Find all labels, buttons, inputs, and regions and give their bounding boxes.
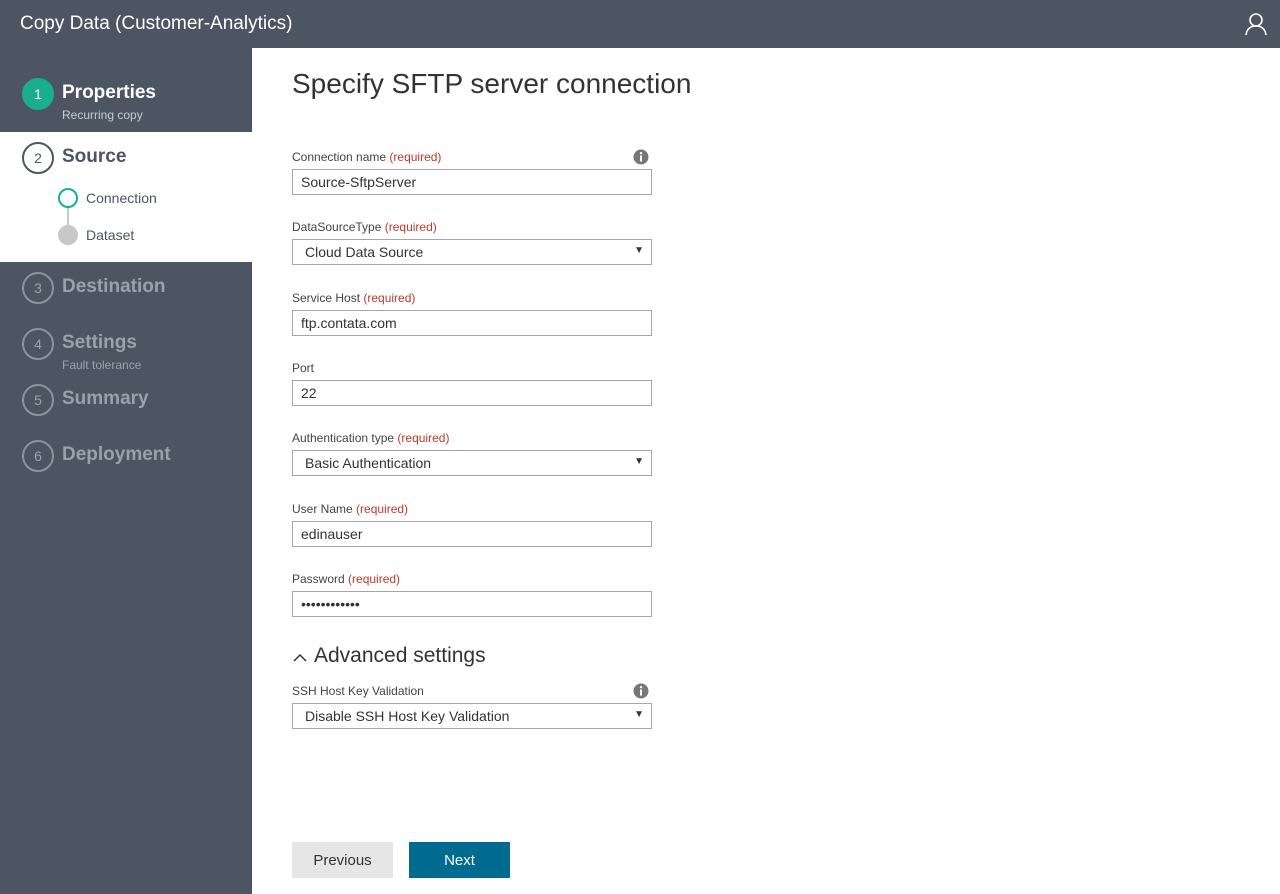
step-number: 2 bbox=[22, 142, 54, 174]
chevron-up-icon bbox=[292, 648, 308, 664]
step-name: Summary bbox=[62, 388, 149, 409]
info-icon[interactable] bbox=[633, 149, 649, 165]
ssh-validation-label: SSH Host Key Validation bbox=[292, 684, 424, 698]
required-marker: (required) bbox=[389, 150, 442, 164]
substep-label: Dataset bbox=[86, 227, 135, 243]
info-icon[interactable] bbox=[633, 683, 649, 699]
port-input[interactable]: 22 bbox=[292, 380, 652, 406]
step-subtitle: Fault tolerance bbox=[62, 358, 142, 372]
label-text: Connection name bbox=[292, 150, 387, 164]
page-title: Specify SFTP server connection bbox=[292, 68, 692, 99]
label-text: DataSourceType bbox=[292, 220, 382, 234]
required-marker: (required) bbox=[348, 572, 401, 586]
step-number: 3 bbox=[22, 272, 54, 304]
auth-type-label: Authentication type (required) bbox=[292, 431, 449, 445]
step-summary[interactable]: 5 Summary bbox=[0, 374, 252, 430]
auth-type-select[interactable]: Basic Authentication ▼ bbox=[292, 450, 652, 476]
ssh-validation-select[interactable]: Disable SSH Host Key Validation ▼ bbox=[292, 703, 652, 729]
label-text: Port bbox=[292, 361, 315, 375]
label-text: SSH Host Key Validation bbox=[292, 684, 424, 698]
step-name: Settings bbox=[62, 332, 137, 353]
substep-label: Connection bbox=[86, 190, 157, 206]
step-subtitle: Recurring copy bbox=[62, 108, 143, 122]
step-number: 6 bbox=[22, 440, 54, 472]
label-text: Service Host bbox=[292, 291, 361, 305]
required-marker: (required) bbox=[384, 220, 437, 234]
step-name: Properties bbox=[62, 82, 156, 103]
dropdown-arrow-icon: ▼ bbox=[634, 456, 644, 467]
step-properties[interactable]: 1 Properties Recurring copy bbox=[0, 48, 252, 132]
dropdown-arrow-icon: ▼ bbox=[634, 709, 644, 720]
user-icon[interactable] bbox=[1244, 12, 1268, 36]
required-marker: (required) bbox=[363, 291, 416, 305]
label-text: Authentication type bbox=[292, 431, 395, 445]
service-host-input[interactable]: ftp.contata.com bbox=[292, 310, 652, 336]
step-source[interactable]: 2 Source Connection Dataset bbox=[0, 132, 252, 262]
dropdown-arrow-icon: ▼ bbox=[634, 245, 644, 256]
step-name: Source bbox=[62, 146, 127, 167]
substep-pending-dot-icon bbox=[58, 225, 78, 245]
app-title: Copy Data (Customer-Analytics) bbox=[20, 13, 293, 34]
selected-value: Disable SSH Host Key Validation bbox=[305, 708, 510, 724]
step-destination[interactable]: 3 Destination bbox=[0, 262, 252, 318]
user-name-input[interactable]: edinauser bbox=[292, 521, 652, 547]
data-source-type-select[interactable]: Cloud Data Source ▼ bbox=[292, 239, 652, 265]
step-name: Destination bbox=[62, 276, 166, 297]
advanced-settings-toggle[interactable]: Advanced settings bbox=[292, 644, 486, 668]
selected-value: Cloud Data Source bbox=[305, 244, 424, 260]
step-deployment[interactable]: 6 Deployment bbox=[0, 430, 252, 486]
previous-button[interactable]: Previous bbox=[292, 842, 393, 878]
password-label: Password (required) bbox=[292, 572, 400, 586]
password-input[interactable]: •••••••••••• bbox=[292, 591, 652, 617]
substep-current-dot-icon bbox=[58, 188, 78, 208]
required-marker: (required) bbox=[356, 502, 409, 516]
step-name: Deployment bbox=[62, 444, 171, 465]
step-number: 4 bbox=[22, 328, 54, 360]
step-number: 1 bbox=[22, 78, 54, 110]
main-panel: Specify SFTP server connection Connectio… bbox=[252, 48, 1280, 894]
label-text: Password bbox=[292, 572, 345, 586]
label-text: User Name bbox=[292, 502, 353, 516]
user-name-label: User Name (required) bbox=[292, 502, 408, 516]
next-button[interactable]: Next bbox=[409, 842, 510, 878]
selected-value: Basic Authentication bbox=[305, 455, 432, 471]
substep-connector bbox=[67, 207, 69, 227]
step-settings[interactable]: 4 Settings Fault tolerance bbox=[0, 318, 252, 374]
data-source-type-label: DataSourceType (required) bbox=[292, 220, 437, 234]
advanced-settings-title: Advanced settings bbox=[314, 644, 486, 667]
port-label: Port bbox=[292, 361, 314, 375]
required-marker: (required) bbox=[397, 431, 450, 445]
app-header: Copy Data (Customer-Analytics) bbox=[0, 0, 1280, 48]
step-number: 5 bbox=[22, 384, 54, 416]
wizard-sidebar: 1 Properties Recurring copy 2 Source Con… bbox=[0, 48, 252, 894]
connection-name-input[interactable]: Source-SftpServer bbox=[292, 169, 652, 195]
connection-name-label: Connection name (required) bbox=[292, 150, 441, 164]
service-host-label: Service Host (required) bbox=[292, 291, 415, 305]
